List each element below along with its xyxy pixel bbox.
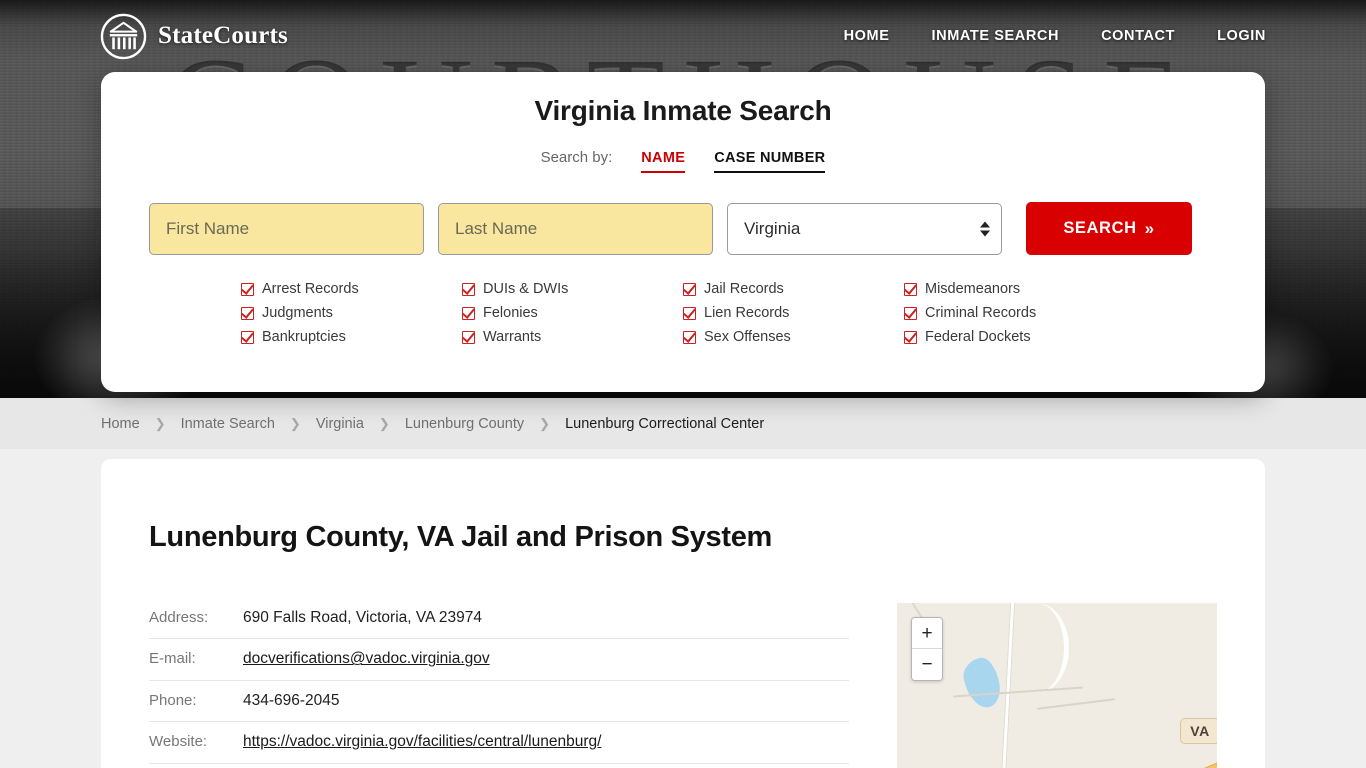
checkbox-checked-icon[interactable] bbox=[241, 306, 254, 320]
record-type-item[interactable]: Jail Records bbox=[683, 281, 904, 297]
search-button-label: SEARCH bbox=[1063, 219, 1137, 237]
map-zoom-out-button[interactable]: − bbox=[912, 649, 942, 680]
facility-detail-table: Address: 690 Falls Road, Victoria, VA 23… bbox=[149, 603, 849, 768]
record-type-label: Federal Dockets bbox=[925, 329, 1031, 345]
nav-item-home[interactable]: HOME bbox=[844, 28, 890, 44]
page-title: Lunenburg County, VA Jail and Prison Sys… bbox=[149, 521, 773, 553]
record-type-item[interactable]: Sex Offenses bbox=[683, 329, 904, 345]
map-zoom-controls: + − bbox=[911, 617, 943, 681]
state-select[interactable]: Virginia bbox=[727, 202, 1002, 255]
breadcrumb-item-virginia[interactable]: Virginia bbox=[316, 416, 364, 432]
chevron-right-icon: ❯ bbox=[539, 415, 551, 431]
record-type-item[interactable]: Warrants bbox=[462, 329, 683, 345]
website-link[interactable]: https://vadoc.virginia.gov/facilities/ce… bbox=[243, 733, 601, 750]
brand-logo-link[interactable]: StateCourts bbox=[100, 13, 288, 60]
checkbox-checked-icon[interactable] bbox=[462, 330, 475, 344]
record-type-label: Criminal Records bbox=[925, 305, 1037, 321]
record-type-label: DUIs & DWIs bbox=[483, 281, 569, 297]
search-button[interactable]: SEARCH » bbox=[1026, 202, 1192, 255]
detail-label-website: Website: bbox=[149, 733, 208, 751]
search-form-row: Virginia SEARCH » bbox=[101, 202, 1265, 255]
record-type-item[interactable]: DUIs & DWIs bbox=[462, 281, 683, 297]
breadcrumb-item-inmate-search[interactable]: Inmate Search bbox=[181, 416, 275, 432]
detail-value-website: https://vadoc.virginia.gov/facilities/ce… bbox=[243, 731, 601, 752]
record-type-item[interactable]: Arrest Records bbox=[241, 281, 462, 297]
record-type-label: Sex Offenses bbox=[704, 329, 791, 345]
first-name-input[interactable] bbox=[149, 202, 424, 255]
facility-content-card: Lunenburg County, VA Jail and Prison Sys… bbox=[101, 459, 1265, 768]
nav-item-login[interactable]: LOGIN bbox=[1217, 28, 1266, 44]
tab-name[interactable]: NAME bbox=[641, 150, 686, 173]
map-road-minor bbox=[1037, 698, 1115, 710]
record-type-item[interactable]: Judgments bbox=[241, 305, 462, 321]
breadcrumb-bar: Home ❯ Inmate Search ❯ Virginia ❯ Lunenb… bbox=[0, 398, 1366, 449]
checkbox-checked-icon[interactable] bbox=[904, 306, 917, 320]
detail-value-phone: 434-696-2045 bbox=[243, 691, 340, 709]
breadcrumb-item-lunenburg-county[interactable]: Lunenburg County bbox=[405, 416, 524, 432]
record-type-label: Felonies bbox=[483, 305, 538, 321]
map-highway-shield: VA bbox=[1180, 718, 1217, 744]
breadcrumb-item-home[interactable]: Home bbox=[101, 416, 140, 432]
search-card-title: Virginia Inmate Search bbox=[534, 95, 832, 126]
main-nav: HOME INMATE SEARCH CONTACT LOGIN bbox=[844, 28, 1266, 44]
map-road-bend bbox=[1023, 603, 1069, 693]
courthouse-logo-icon bbox=[100, 13, 147, 60]
record-type-label: Misdemeanors bbox=[925, 281, 1021, 297]
detail-label-address: Address: bbox=[149, 609, 209, 626]
inmate-search-card: Virginia Inmate Search Search by: NAME C… bbox=[101, 72, 1265, 392]
table-row: Address: 690 Falls Road, Victoria, VA 23… bbox=[149, 603, 849, 640]
checkbox-checked-icon[interactable] bbox=[904, 330, 917, 344]
tab-case-number[interactable]: CASE NUMBER bbox=[714, 150, 826, 173]
record-type-checklist: Arrest Records DUIs & DWIs Jail Records … bbox=[101, 281, 1265, 345]
record-type-item[interactable]: Lien Records bbox=[683, 305, 904, 321]
search-by-label: Search by: bbox=[540, 149, 613, 166]
record-type-item[interactable]: Federal Dockets bbox=[904, 329, 1125, 345]
detail-label-phone: Phone: bbox=[149, 691, 197, 709]
record-type-label: Lien Records bbox=[704, 305, 790, 321]
checkbox-checked-icon[interactable] bbox=[462, 282, 475, 296]
record-type-label: Arrest Records bbox=[262, 281, 359, 297]
chevron-right-icon: ❯ bbox=[289, 415, 301, 431]
search-by-row: Search by: NAME CASE NUMBER bbox=[101, 149, 1265, 173]
table-row: Website: https://vadoc.virginia.gov/faci… bbox=[149, 722, 849, 764]
table-row: Facebook: https://www.facebook.com/pages… bbox=[149, 764, 849, 768]
nav-item-inmate-search[interactable]: INMATE SEARCH bbox=[932, 28, 1060, 44]
record-type-label: Bankruptcies bbox=[262, 329, 346, 345]
chevron-right-icon: ❯ bbox=[378, 415, 390, 431]
chevron-right-icon: ❯ bbox=[154, 415, 166, 431]
checkbox-checked-icon[interactable] bbox=[904, 282, 917, 296]
record-type-label: Jail Records bbox=[704, 281, 784, 297]
table-row: Phone: 434-696-2045 bbox=[149, 681, 849, 723]
detail-value-email: docverifications@vadoc.virginia.gov bbox=[243, 648, 490, 669]
facility-detail-area: Address: 690 Falls Road, Victoria, VA 23… bbox=[149, 603, 1217, 768]
top-navigation-bar: StateCourts HOME INMATE SEARCH CONTACT L… bbox=[0, 0, 1366, 72]
last-name-input[interactable] bbox=[438, 202, 713, 255]
record-type-label: Warrants bbox=[483, 329, 542, 345]
checkbox-checked-icon[interactable] bbox=[683, 330, 696, 344]
record-type-label: Judgments bbox=[262, 305, 333, 321]
breadcrumb: Home ❯ Inmate Search ❯ Virginia ❯ Lunenb… bbox=[101, 416, 764, 432]
checkbox-checked-icon[interactable] bbox=[241, 282, 254, 296]
record-type-item[interactable]: Bankruptcies bbox=[241, 329, 462, 345]
map-zoom-in-button[interactable]: + bbox=[912, 618, 942, 649]
checkbox-checked-icon[interactable] bbox=[683, 306, 696, 320]
detail-label-email: E-mail: bbox=[149, 650, 196, 668]
brand-name: StateCourts bbox=[158, 22, 288, 49]
record-type-item[interactable]: Felonies bbox=[462, 305, 683, 321]
map-water-body bbox=[960, 655, 1004, 711]
checkbox-checked-icon[interactable] bbox=[241, 330, 254, 344]
map-highway bbox=[1145, 741, 1217, 768]
email-link[interactable]: docverifications@vadoc.virginia.gov bbox=[243, 650, 490, 667]
location-map[interactable]: VA + − bbox=[897, 603, 1217, 768]
breadcrumb-item-current: Lunenburg Correctional Center bbox=[565, 415, 765, 432]
state-select-wrapper: Virginia bbox=[727, 202, 1002, 255]
record-type-item[interactable]: Misdemeanors bbox=[904, 281, 1125, 297]
detail-value-address: 690 Falls Road, Victoria, VA 23974 bbox=[243, 609, 482, 626]
nav-item-contact[interactable]: CONTACT bbox=[1101, 28, 1175, 44]
record-type-item[interactable]: Criminal Records bbox=[904, 305, 1125, 321]
checkbox-checked-icon[interactable] bbox=[683, 282, 696, 296]
double-chevron-right-icon: » bbox=[1144, 218, 1155, 238]
table-row: E-mail: docverifications@vadoc.virginia.… bbox=[149, 639, 849, 681]
checkbox-checked-icon[interactable] bbox=[462, 306, 475, 320]
